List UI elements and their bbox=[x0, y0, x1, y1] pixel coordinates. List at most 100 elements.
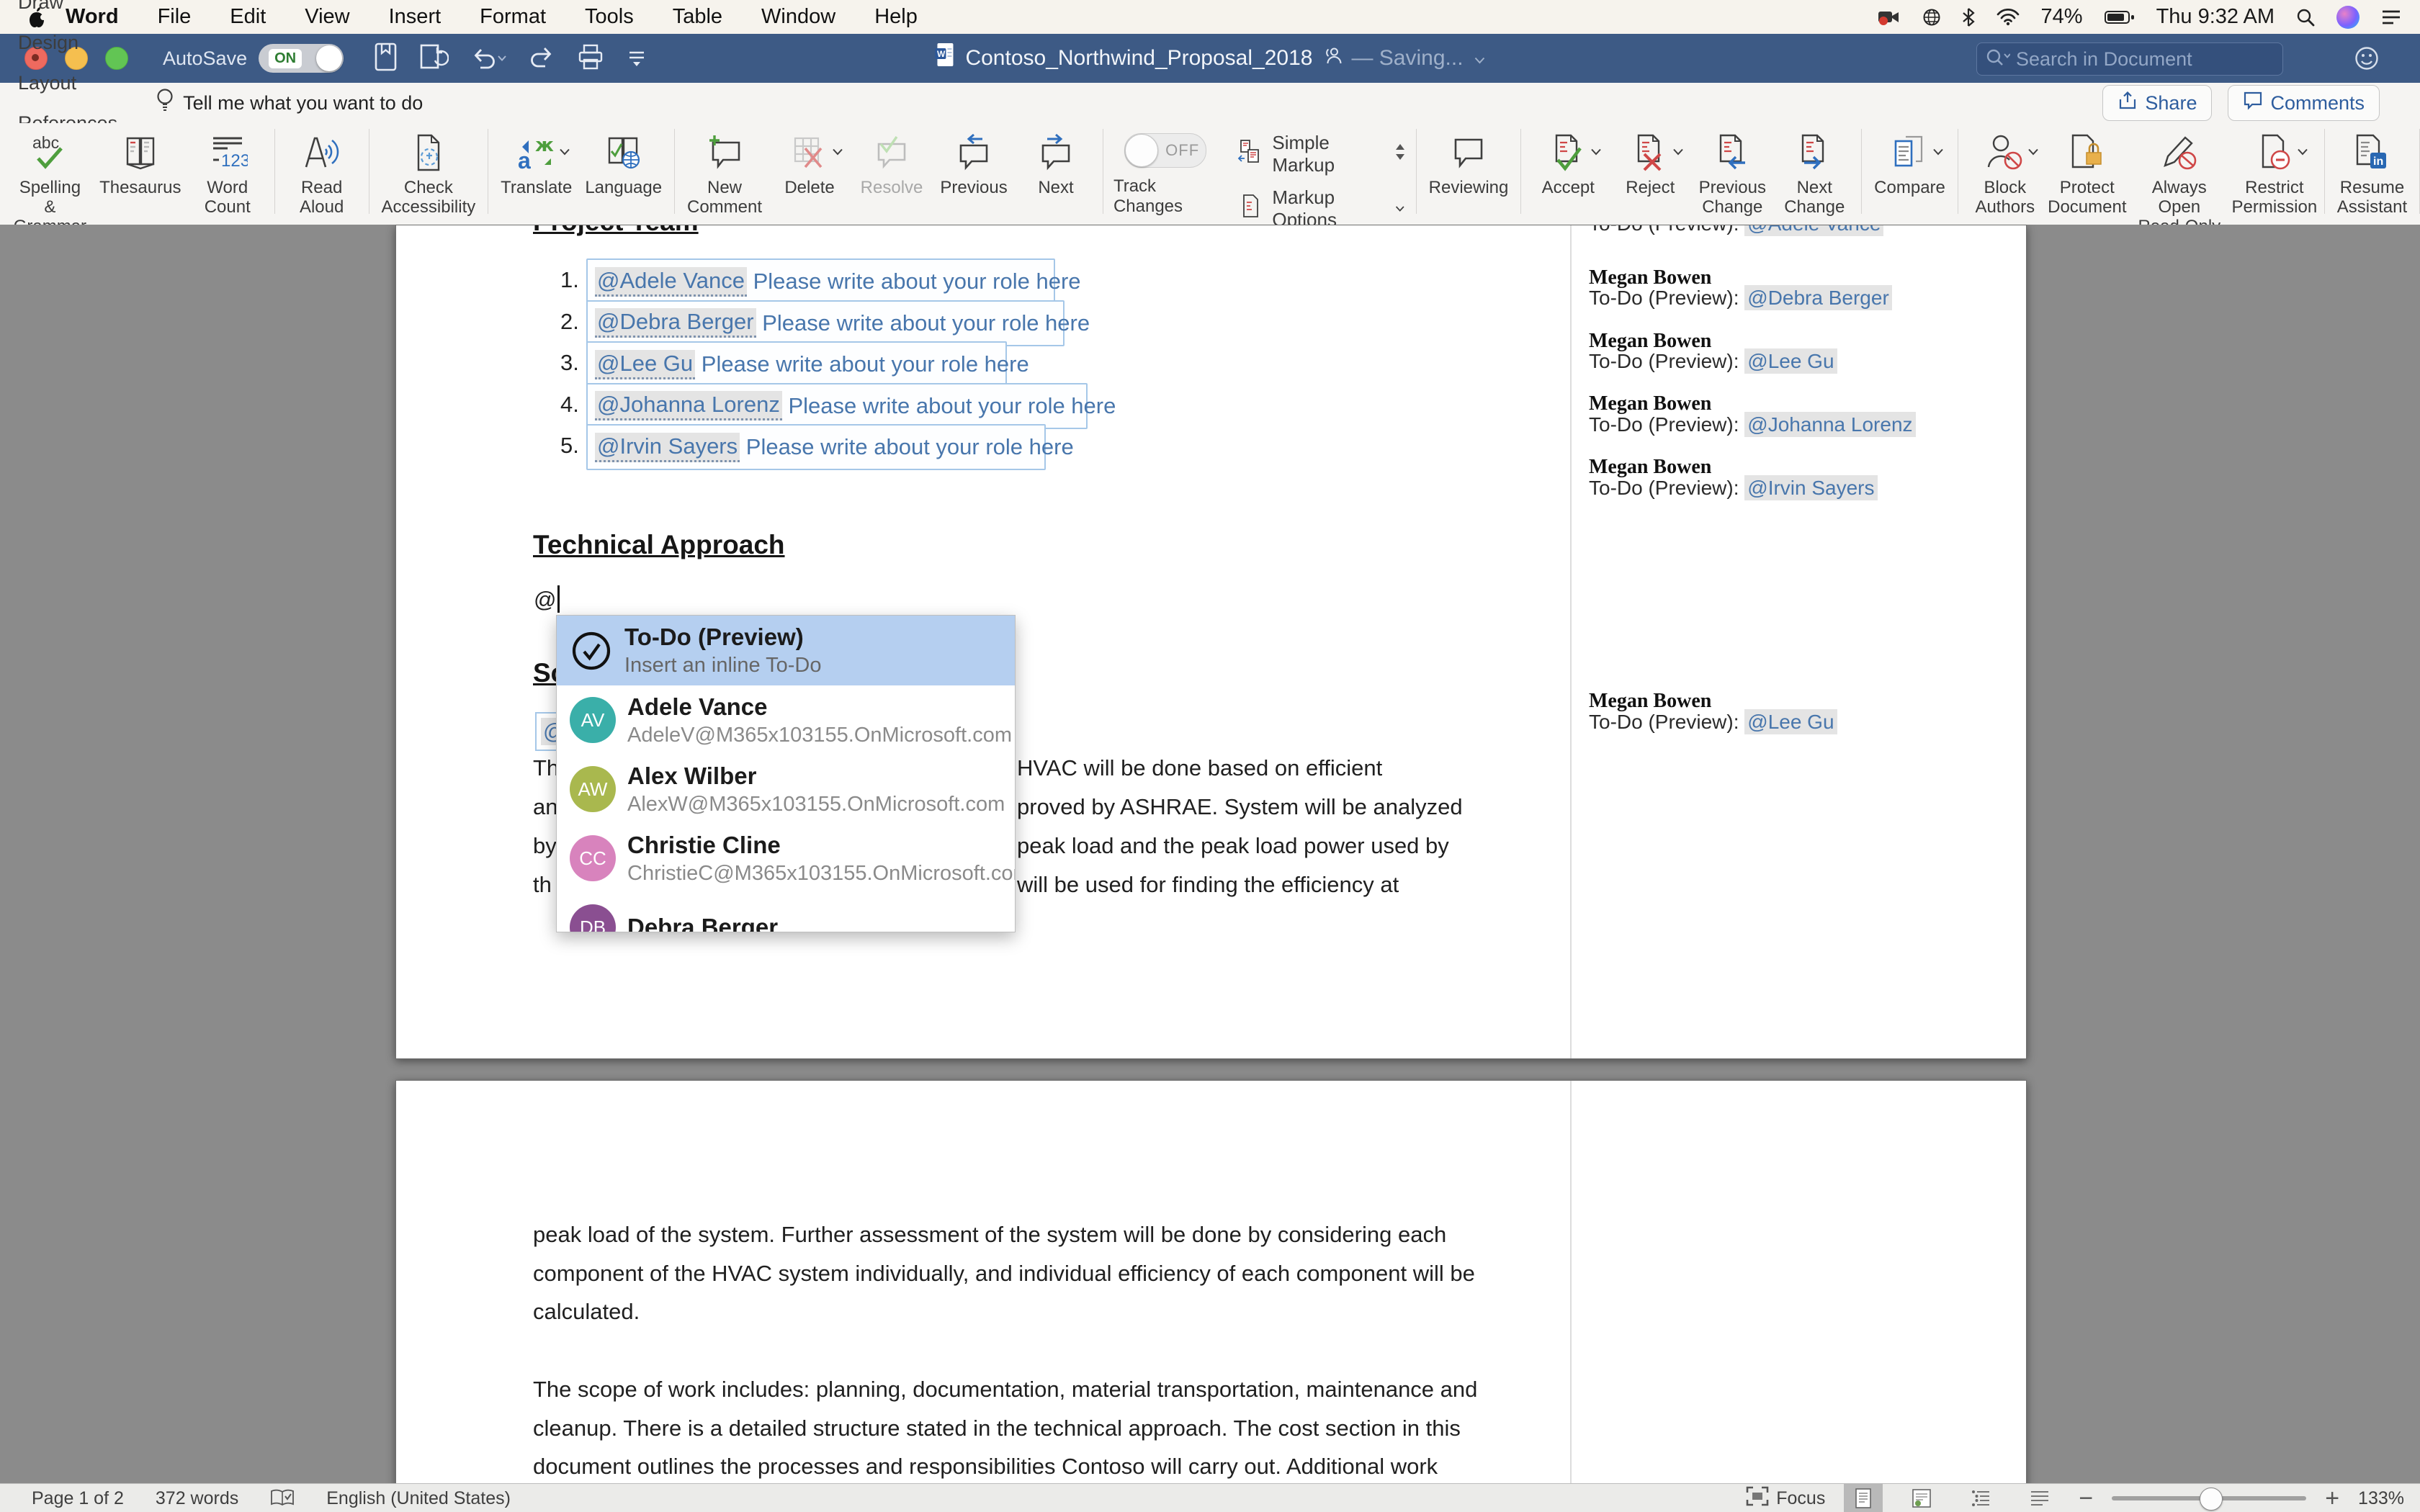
menu-file[interactable]: File bbox=[138, 5, 211, 29]
bluetooth-icon[interactable] bbox=[1963, 7, 1975, 27]
check-accessibility-button[interactable]: Check Accessibility bbox=[382, 123, 476, 217]
comment-entry[interactable]: To-Do (Preview): @Irvin Sayers bbox=[1589, 477, 1878, 500]
document-page-1[interactable]: Project Team1. @Adele Vance Please write… bbox=[395, 225, 2027, 1059]
share-sync-icon[interactable] bbox=[420, 42, 449, 76]
mention-link[interactable]: @Lee Gu bbox=[595, 350, 695, 379]
reviewing-pane-button[interactable]: Reviewing bbox=[1429, 123, 1509, 197]
read-aloud-button[interactable]: Read Aloud bbox=[287, 123, 357, 217]
menu-insert[interactable]: Insert bbox=[369, 5, 461, 29]
tab-draw[interactable]: Draw bbox=[0, 0, 135, 22]
mention-link[interactable]: @Irvin Sayers bbox=[595, 433, 740, 462]
restrict-permission-button[interactable]: Restrict Permission bbox=[2237, 123, 2312, 217]
mention-link[interactable]: @Johanna Lorenz bbox=[595, 391, 782, 420]
menu-view[interactable]: View bbox=[285, 5, 369, 29]
control-center-icon[interactable] bbox=[2381, 9, 2401, 26]
todo-list-item[interactable]: @Lee Gu Please write about your role her… bbox=[586, 341, 1007, 387]
tab-design[interactable]: Design bbox=[0, 22, 135, 63]
comment-mention[interactable]: @Lee Gu bbox=[1744, 709, 1837, 734]
mention-option-todo[interactable]: To-Do (Preview) Insert an inline To-Do bbox=[557, 616, 1015, 685]
web-layout-view-button[interactable] bbox=[1901, 1484, 1942, 1512]
zoom-slider-thumb[interactable] bbox=[2200, 1488, 2223, 1511]
comment-mention[interactable]: @Lee Gu bbox=[1744, 348, 1837, 374]
battery-icon[interactable] bbox=[2105, 9, 2135, 25]
block-authors-button[interactable]: Block Authors bbox=[1971, 123, 2040, 217]
menu-tools[interactable]: Tools bbox=[565, 5, 653, 29]
comment-entry[interactable]: To-Do (Preview): @Johanna Lorenz bbox=[1589, 413, 1916, 436]
word-count-status[interactable]: 372 words bbox=[156, 1488, 238, 1509]
share-button[interactable]: Share bbox=[2102, 85, 2212, 121]
customize-toolbar-icon[interactable] bbox=[626, 45, 647, 72]
autosave-toggle[interactable]: ON bbox=[259, 44, 344, 73]
camera-icon[interactable] bbox=[1878, 9, 1901, 26]
save-icon[interactable] bbox=[374, 42, 398, 76]
language-button[interactable]: Language bbox=[585, 123, 662, 197]
siri-icon[interactable] bbox=[2336, 6, 2360, 29]
tab-layout[interactable]: Layout bbox=[0, 63, 135, 103]
zoom-out-button[interactable]: − bbox=[2079, 1485, 2093, 1512]
delete-comment-button[interactable]: Delete bbox=[775, 123, 844, 197]
track-changes-toggle[interactable]: OFF bbox=[1124, 133, 1206, 168]
zoom-in-button[interactable]: + bbox=[2325, 1485, 2339, 1512]
zoom-slider[interactable] bbox=[2112, 1496, 2306, 1500]
word-count-button[interactable]: 123 Word Count bbox=[193, 123, 262, 217]
wifi-icon[interactable] bbox=[1996, 9, 2020, 26]
translate-button[interactable]: aж Translate bbox=[501, 123, 572, 197]
menu-help[interactable]: Help bbox=[855, 5, 937, 29]
comment-entry-cut[interactable]: To-Do (Preview): @Adele Vance bbox=[1589, 225, 1992, 238]
mention-option-person[interactable]: AW Alex Wilber AlexW@M365x103155.OnMicro… bbox=[557, 755, 1015, 824]
next-comment-button[interactable]: Next bbox=[1021, 123, 1090, 197]
thesaurus-button[interactable]: Thesaurus bbox=[101, 123, 180, 197]
comments-button[interactable]: Comments bbox=[2228, 85, 2380, 121]
compare-button[interactable]: Compare bbox=[1874, 123, 1945, 197]
feedback-smiley-icon[interactable] bbox=[2354, 45, 2380, 75]
spotlight-icon[interactable] bbox=[2296, 8, 2315, 27]
comment-mention[interactable]: @Adele Vance bbox=[1744, 225, 1883, 236]
previous-comment-button[interactable]: Previous bbox=[939, 123, 1008, 197]
menu-table[interactable]: Table bbox=[653, 5, 742, 29]
menu-clock[interactable]: Thu 9:32 AM bbox=[2156, 5, 2275, 29]
reject-change-button[interactable]: Reject bbox=[1615, 123, 1685, 197]
comment-entry[interactable]: To-Do (Preview): @Debra Berger bbox=[1589, 287, 1892, 310]
comment-entry[interactable]: To-Do (Preview): @Lee Gu bbox=[1589, 350, 1837, 373]
todo-list-item[interactable]: @Johanna Lorenz Please write about your … bbox=[586, 383, 1088, 429]
previous-change-button[interactable]: Previous Change bbox=[1698, 123, 1767, 217]
menu-format[interactable]: Format bbox=[460, 5, 565, 29]
mention-option-person[interactable]: AV Adele Vance AdeleV@M365x103155.OnMicr… bbox=[557, 685, 1015, 755]
document-page-2[interactable]: peak load of the system. Further assessm… bbox=[395, 1080, 2027, 1483]
focus-button[interactable]: Focus bbox=[1746, 1486, 1825, 1511]
globe-icon[interactable] bbox=[1922, 8, 1941, 27]
todo-list-item[interactable]: @Adele Vance Please write about your rol… bbox=[586, 258, 1055, 305]
new-comment-button[interactable]: New Comment bbox=[687, 123, 762, 217]
menu-window[interactable]: Window bbox=[742, 5, 855, 29]
comment-entry[interactable]: To-Do (Preview): @Lee Gu bbox=[1589, 711, 1837, 734]
mention-link[interactable]: @Adele Vance bbox=[595, 267, 747, 297]
title-chevron-icon[interactable] bbox=[1474, 46, 1487, 71]
always-open-read-only-button[interactable]: Always Open Read-Only bbox=[2135, 123, 2224, 236]
undo-icon[interactable] bbox=[470, 46, 508, 71]
print-layout-view-button[interactable] bbox=[1844, 1484, 1883, 1512]
comment-mention[interactable]: @Johanna Lorenz bbox=[1744, 412, 1915, 437]
tell-me-box[interactable]: Tell me what you want to do bbox=[156, 88, 423, 119]
next-change-button[interactable]: Next Change bbox=[1780, 123, 1849, 217]
mention-option-person[interactable]: CC Christie Cline ChristieC@M365x103155.… bbox=[557, 824, 1015, 893]
language-status[interactable]: English (United States) bbox=[326, 1488, 511, 1509]
resume-assistant-button[interactable]: in Resume Assistant bbox=[2337, 123, 2407, 217]
stepper-icon[interactable] bbox=[1394, 143, 1406, 166]
resolve-comment-button[interactable]: Resolve bbox=[857, 123, 926, 197]
proofing-icon[interactable] bbox=[270, 1488, 295, 1508]
protect-document-button[interactable]: Protect Document bbox=[2053, 123, 2122, 217]
todo-list-item[interactable]: @Irvin Sayers Please write about your ro… bbox=[586, 424, 1046, 470]
outline-view-button[interactable] bbox=[1960, 1484, 2001, 1512]
todo-list-item[interactable]: @Debra Berger Please write about your ro… bbox=[586, 300, 1065, 346]
accept-change-button[interactable]: Accept bbox=[1533, 123, 1603, 197]
page-count[interactable]: Page 1 of 2 bbox=[32, 1488, 124, 1509]
comment-mention[interactable]: @Debra Berger bbox=[1744, 285, 1892, 310]
simple-markup-select[interactable]: Simple Markup bbox=[1237, 132, 1405, 176]
redo-icon[interactable] bbox=[529, 45, 555, 73]
zoom-value[interactable]: 133% bbox=[2358, 1488, 2404, 1509]
mention-option-person[interactable]: DB Debra Berger bbox=[557, 893, 1015, 932]
spelling-grammar-button[interactable]: abc Spelling & Grammar bbox=[12, 123, 88, 236]
draft-view-button[interactable] bbox=[2020, 1484, 2060, 1512]
search-input[interactable]: Search in Document bbox=[1976, 42, 2283, 76]
print-icon[interactable] bbox=[577, 43, 604, 74]
